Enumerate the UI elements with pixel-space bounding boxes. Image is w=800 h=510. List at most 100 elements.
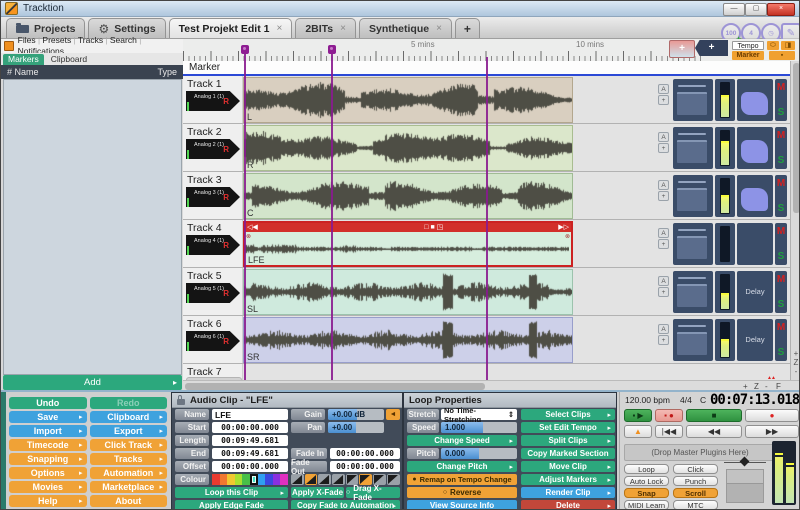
split-clips-button[interactable]: Split Clips▸ xyxy=(521,435,615,446)
remap-on-tempo-change-toggle[interactable]: ● Remap on Tempo Change xyxy=(407,474,517,485)
audio-clip[interactable]: SR xyxy=(243,317,573,363)
add-plugin-button[interactable]: + xyxy=(658,239,669,249)
tab-clipboard[interactable]: Clipboard xyxy=(46,54,92,65)
record-button[interactable]: ● xyxy=(745,409,799,422)
menu-item-search[interactable]: Search xyxy=(108,35,140,45)
tab-2bits[interactable]: 2BITs× xyxy=(295,18,356,38)
add-plugin-button[interactable]: + xyxy=(658,95,669,105)
stop-button[interactable]: ■ xyxy=(686,409,742,422)
track-input-badge[interactable]: Analog 5 (1)R xyxy=(186,283,240,303)
track-header[interactable]: Track 5Analog 5 (1)R xyxy=(183,268,243,315)
colour-swatch[interactable] xyxy=(258,474,266,485)
solo-button[interactable]: S xyxy=(775,203,787,214)
speed-slider[interactable]: 1.000 xyxy=(441,422,517,433)
add-plugin-button[interactable]: + xyxy=(658,335,669,345)
loop-this-clip-button[interactable]: Loop this Clip ▸ xyxy=(175,487,288,498)
automation-button[interactable]: A xyxy=(658,180,669,190)
record-arm-indicator[interactable]: R xyxy=(223,193,229,202)
lock-icon[interactable] xyxy=(177,399,185,405)
maximize-button[interactable]: ▢ xyxy=(745,3,767,16)
fader-handle[interactable] xyxy=(740,457,750,467)
key-readout[interactable]: C xyxy=(700,395,706,405)
volume-pan-plugin[interactable] xyxy=(673,223,713,265)
minimize-button[interactable]: — xyxy=(723,3,745,16)
add-plugin-button[interactable]: + xyxy=(658,191,669,201)
insert-plugin[interactable] xyxy=(737,223,773,265)
colour-swatch[interactable] xyxy=(212,474,220,485)
auto-lock-toggle[interactable]: Auto Lock xyxy=(624,476,669,486)
export-button[interactable]: Export▸ xyxy=(90,425,168,437)
add-track-pink-button[interactable]: + xyxy=(669,40,695,58)
redo-button[interactable]: Redo xyxy=(90,397,168,409)
half-square-icon[interactable]: ◨ xyxy=(781,41,795,50)
marker-lane[interactable]: Marker xyxy=(183,61,800,76)
menu-item-presets[interactable]: Presets xyxy=(40,35,74,45)
play-button[interactable]: ▪▶ xyxy=(624,409,652,422)
snapping-button[interactable]: Snapping▸ xyxy=(9,453,87,465)
automation-button[interactable]: A xyxy=(658,84,669,94)
marker-list[interactable] xyxy=(3,79,182,375)
mute-button[interactable]: M xyxy=(775,82,787,93)
track-header[interactable]: Track 6Analog 6 (1)R xyxy=(183,316,243,363)
record-arm-indicator[interactable]: R xyxy=(223,241,229,250)
audio-clip[interactable]: SL xyxy=(243,269,573,315)
copy-marked-section-button[interactable]: Copy Marked Section xyxy=(521,448,615,459)
master-fader-pointer[interactable] xyxy=(724,458,766,467)
master-fader-track[interactable] xyxy=(726,469,764,503)
help-button[interactable]: Help▸ xyxy=(9,495,87,507)
fade-shape-in-button[interactable] xyxy=(332,474,345,485)
vertical-zoom-item[interactable]: - xyxy=(791,367,800,376)
delete-button[interactable]: Delete▸ xyxy=(521,500,615,510)
view-source-info-button[interactable]: View Source Info xyxy=(407,500,517,510)
automation-button[interactable]: A xyxy=(658,228,669,238)
click-track-button[interactable]: Click Track▸ xyxy=(90,439,168,451)
change-speed-button[interactable]: Change Speed ▸ xyxy=(407,435,517,446)
mute-button[interactable]: M xyxy=(775,226,787,237)
abort-button[interactable]: ▲ xyxy=(624,425,652,438)
track-input-badge[interactable]: Analog 4 (1)R xyxy=(186,235,240,255)
adjust-markers-button[interactable]: Adjust Markers▸ xyxy=(521,474,615,485)
colour-swatch[interactable] xyxy=(220,474,228,485)
name-field[interactable] xyxy=(212,409,288,420)
click-toggle[interactable]: Click xyxy=(673,464,718,474)
add-plugin-button[interactable]: + xyxy=(658,287,669,297)
timecode-button[interactable]: Timecode▸ xyxy=(9,439,87,451)
column-type[interactable]: Type xyxy=(157,67,177,77)
options-button[interactable]: Options▸ xyxy=(9,467,87,479)
record-arm-indicator[interactable]: R xyxy=(223,145,229,154)
volume-pan-plugin[interactable] xyxy=(673,271,713,313)
length-field[interactable] xyxy=(212,435,288,446)
colour-swatch[interactable] xyxy=(280,474,288,485)
tab-synthetique[interactable]: Synthetique× xyxy=(359,18,452,38)
mtc-toggle[interactable]: MTC xyxy=(673,500,718,510)
track-header[interactable]: Track 4Analog 4 (1)R xyxy=(183,220,243,267)
marker-track-button[interactable]: Marker xyxy=(732,51,764,60)
tab-item[interactable]: + xyxy=(455,18,480,38)
track-header[interactable]: Track 1Analog 1 (1)R xyxy=(183,76,243,123)
audio-clip[interactable]: ◁◀□ ■ ◳▶▷⊗⊗LFE xyxy=(243,221,573,267)
apply-xfade-button[interactable]: Apply X-Fade xyxy=(291,487,344,498)
tracks-button[interactable]: Tracks▸ xyxy=(90,453,168,465)
close-button[interactable]: × xyxy=(767,3,795,16)
solo-button[interactable]: S xyxy=(775,251,787,262)
fast-forward-button[interactable]: ▶▶ xyxy=(745,425,799,438)
add-plugin-button[interactable]: + xyxy=(658,143,669,153)
track-input-badge[interactable]: Analog 2 (1)R xyxy=(186,139,240,159)
time-signature[interactable]: 4/4 xyxy=(680,395,692,405)
fade-shape-in-button[interactable] xyxy=(318,474,331,485)
snap-toggle[interactable]: Snap xyxy=(624,488,669,498)
vertical-zoom-z[interactable]: Z xyxy=(791,358,800,367)
close-icon[interactable]: × xyxy=(276,23,282,34)
menu-item-tracks[interactable]: Tracks xyxy=(76,35,106,45)
automation-button[interactable]: A xyxy=(658,276,669,286)
clipboard-button[interactable]: Clipboard▸ xyxy=(90,411,168,423)
insert-plugin[interactable]: Delay xyxy=(737,271,773,313)
level-meter-plugin[interactable] xyxy=(715,175,735,217)
horizontal-scroll-thumb[interactable] xyxy=(185,383,485,390)
pan-slider[interactable]: +0.00 xyxy=(328,422,384,433)
apply-edge-fade-button[interactable]: Apply Edge Fade xyxy=(175,500,288,510)
colour-swatch[interactable] xyxy=(227,474,235,485)
solo-button[interactable]: S xyxy=(775,107,787,118)
track-input-badge[interactable]: Analog 6 (1)R xyxy=(186,331,240,351)
menu-item-files[interactable]: Files xyxy=(18,35,38,45)
